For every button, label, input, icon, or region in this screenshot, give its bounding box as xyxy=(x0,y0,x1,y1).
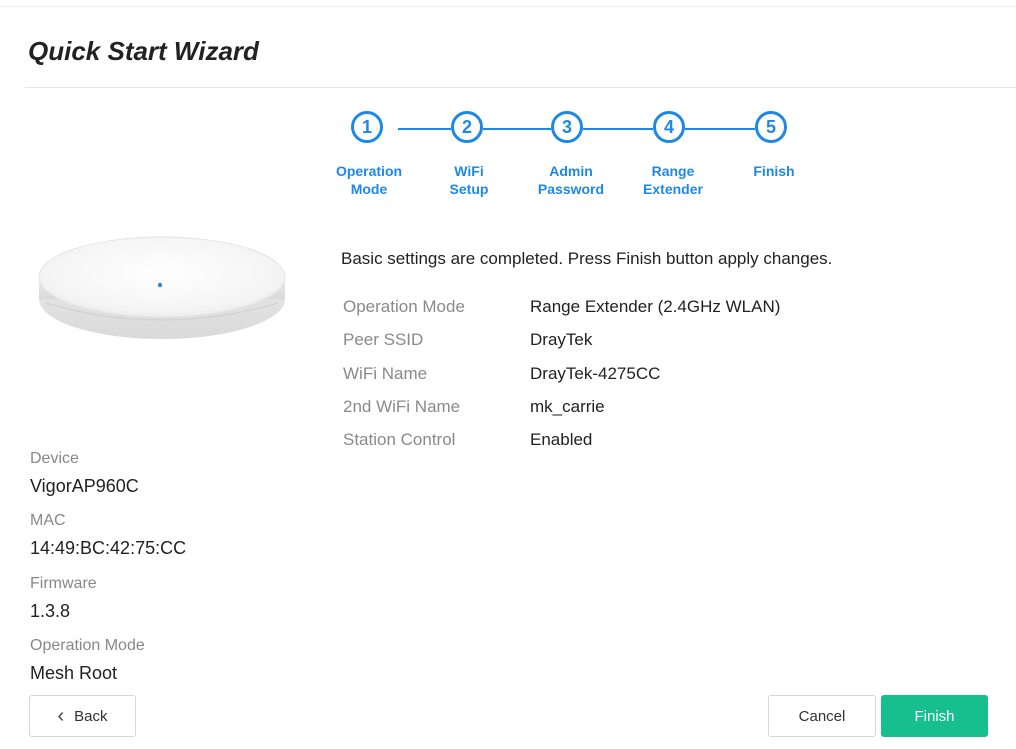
step-connector xyxy=(685,128,755,130)
cancel-button[interactable]: Cancel xyxy=(768,695,876,737)
step-connector xyxy=(483,128,551,130)
mac-value: 14:49:BC:42:75:CC xyxy=(30,538,187,558)
summary-value-wifi-name: DrayTek-4275CC xyxy=(530,364,661,383)
step-2-circle: 2 xyxy=(451,111,483,143)
step-5-circle: 5 xyxy=(755,111,787,143)
cancel-button-label: Cancel xyxy=(798,707,846,725)
step-2-label: WiFi Setup xyxy=(449,163,489,197)
chevron-left-icon: ‹ xyxy=(57,705,65,727)
title-divider xyxy=(25,87,1016,88)
step-3-label: Admin Password xyxy=(537,163,605,197)
summary-key-wifi-name: WiFi Name xyxy=(343,364,428,383)
summary-key-2nd-wifi-name: 2nd WiFi Name xyxy=(343,397,461,416)
summary-value-2nd-wifi-name: mk_carrie xyxy=(530,397,605,416)
completion-message: Basic settings are completed. Press Fini… xyxy=(341,249,833,268)
summary-value-station-control: Enabled xyxy=(530,430,593,449)
step-5-label: Finish xyxy=(753,163,795,179)
device-value: VigorAP960C xyxy=(30,476,139,496)
operation-mode-label: Operation Mode xyxy=(30,637,145,654)
finish-button[interactable]: Finish xyxy=(881,695,988,737)
page-title: Quick Start Wizard xyxy=(28,36,259,66)
summary-key-peer-ssid: Peer SSID xyxy=(343,330,424,349)
step-connector xyxy=(583,128,653,130)
firmware-label: Firmware xyxy=(30,575,97,592)
device-label: Device xyxy=(30,450,79,467)
summary-key-station-control: Station Control xyxy=(343,430,456,449)
back-button[interactable]: ‹ Back xyxy=(29,695,136,737)
step-4-circle: 4 xyxy=(653,111,685,143)
summary-value-operation-mode: Range Extender (2.4GHz WLAN) xyxy=(530,297,781,316)
access-point-device-image xyxy=(38,236,286,339)
firmware-value: 1.3.8 xyxy=(30,601,71,621)
finish-button-label: Finish xyxy=(914,707,955,725)
summary-key-operation-mode: Operation Mode xyxy=(343,297,465,316)
summary-value-peer-ssid: DrayTek xyxy=(530,330,593,349)
step-3-circle: 3 xyxy=(551,111,583,143)
step-1-circle: 1 xyxy=(351,111,383,143)
step-1-label: Operation Mode xyxy=(335,163,403,197)
top-divider xyxy=(0,6,1016,7)
mac-label: MAC xyxy=(30,512,66,529)
step-connector xyxy=(398,128,451,130)
operation-mode-value: Mesh Root xyxy=(30,663,118,683)
step-4-label: Range Extender xyxy=(643,163,703,197)
back-button-label: Back xyxy=(74,707,108,725)
